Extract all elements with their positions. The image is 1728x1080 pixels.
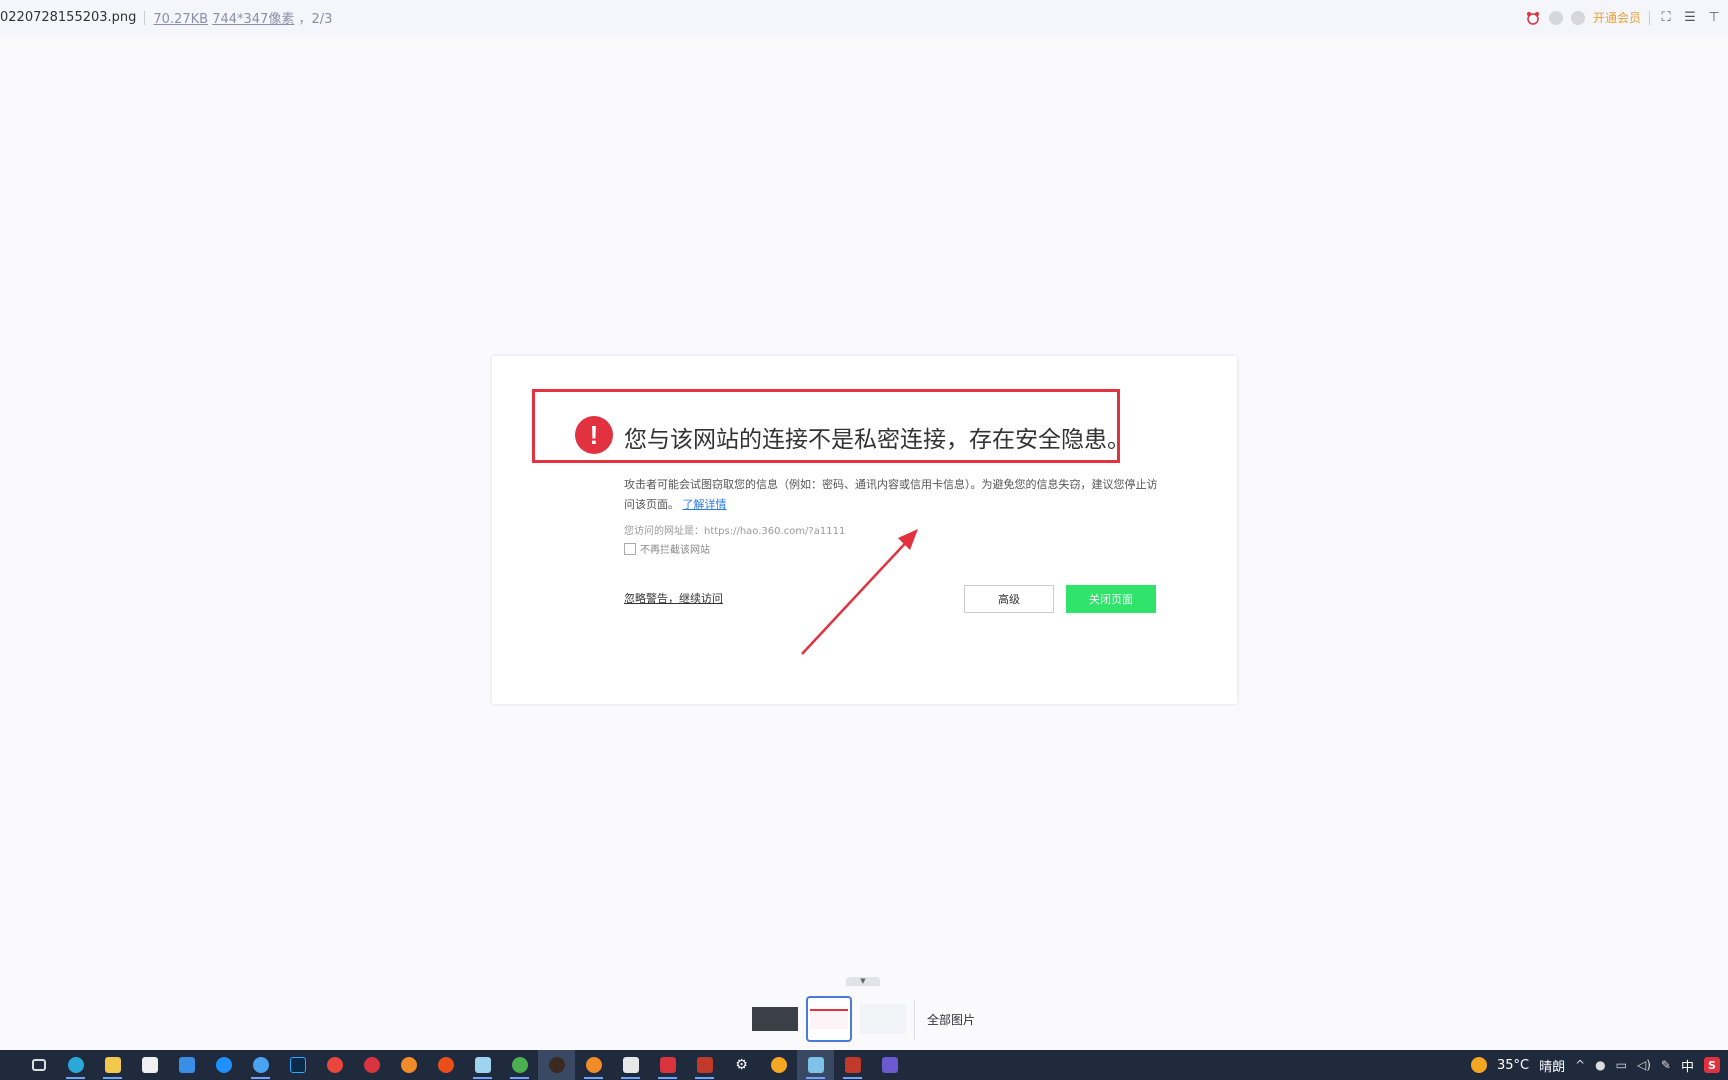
thumbnail-strip: 全部图片 — [752, 994, 975, 1044]
mail-icon[interactable] — [168, 1050, 205, 1080]
sogou-icon[interactable] — [242, 1050, 279, 1080]
store-icon[interactable] — [131, 1050, 168, 1080]
gear-icon[interactable] — [1548, 10, 1563, 25]
thumbnail[interactable] — [752, 996, 798, 1042]
task-view-icon[interactable] — [20, 1050, 57, 1080]
alarm-icon[interactable] — [1525, 10, 1541, 26]
viewer-topbar: 0220728155203.png 70.27KB 744*347像素 ，2/3… — [0, 0, 1728, 35]
app-icon[interactable] — [427, 1050, 464, 1080]
volume-icon[interactable]: ◁) — [1637, 1058, 1651, 1072]
ime-indicator[interactable]: 中 — [1681, 1056, 1694, 1075]
app-icon[interactable] — [612, 1050, 649, 1080]
divider — [144, 10, 146, 25]
image-viewer-icon[interactable] — [797, 1050, 834, 1080]
app-icon[interactable] — [686, 1050, 723, 1080]
edge-icon[interactable] — [57, 1050, 94, 1080]
image-dimensions[interactable]: 744*347像素 — [212, 12, 294, 27]
blender-icon[interactable] — [390, 1050, 427, 1080]
divider — [1649, 10, 1650, 25]
topbar-actions: 开通会员 ⛶ ☰ ⊤ — [1525, 0, 1728, 35]
shield-icon[interactable] — [1570, 10, 1585, 25]
chevron-up-icon[interactable]: ^ — [1575, 1058, 1585, 1072]
photos-icon[interactable] — [871, 1050, 908, 1080]
weather-temperature[interactable]: 35°C — [1497, 1058, 1529, 1073]
windows-taskbar: ⚙ 35°C 晴朗 ^ ● ▭ ◁) ✎ 中 S — [0, 1050, 1728, 1080]
file-meta: 70.27KB 744*347像素 ，2/3 — [153, 8, 332, 27]
app-icon[interactable] — [353, 1050, 390, 1080]
network-icon[interactable]: ▭ — [1616, 1058, 1627, 1072]
weather-sun-icon[interactable] — [1470, 1057, 1487, 1073]
weather-description[interactable]: 晴朗 — [1539, 1056, 1565, 1075]
notepad-icon[interactable] — [464, 1050, 501, 1080]
divider — [914, 999, 915, 1039]
collapse-thumbnails-button[interactable]: ▼ — [846, 977, 880, 986]
app-icon[interactable] — [760, 1050, 797, 1080]
all-images-button[interactable]: 全部图片 — [927, 1011, 975, 1028]
app-icon[interactable] — [834, 1050, 871, 1080]
wps-icon[interactable] — [649, 1050, 686, 1080]
chrome-icon[interactable] — [501, 1050, 538, 1080]
app-icon[interactable] — [538, 1050, 575, 1080]
displayed-image: ! 您与该网站的连接不是私密连接，存在安全隐患。 攻击者可能会试图窃取您的信息（… — [492, 356, 1237, 704]
blender-icon[interactable] — [575, 1050, 612, 1080]
file-size[interactable]: 70.27KB — [153, 12, 208, 27]
sogou-ime-icon[interactable]: S — [1704, 1057, 1720, 1073]
file-name: 0220728155203.png — [0, 10, 137, 25]
pen-icon[interactable]: ✎ — [1661, 1058, 1671, 1072]
annotation-arrow — [801, 529, 918, 655]
microphone-icon[interactable]: ● — [1595, 1058, 1605, 1072]
settings-icon[interactable]: ⚙ — [723, 1050, 760, 1080]
file-explorer-icon[interactable] — [94, 1050, 131, 1080]
pin-icon[interactable]: ⊤ — [1706, 10, 1722, 26]
system-tray: 35°C 晴朗 ^ ● ▭ ◁) ✎ 中 S — [1470, 1050, 1728, 1080]
app-icon[interactable] — [205, 1050, 242, 1080]
photoshop-icon[interactable] — [279, 1050, 316, 1080]
chrome-icon[interactable] — [316, 1050, 353, 1080]
thumbnail-selected[interactable] — [806, 996, 852, 1042]
fullscreen-icon[interactable]: ⛶ — [1658, 10, 1674, 26]
thumbnail[interactable] — [860, 996, 906, 1042]
image-position: ，2/3 — [298, 12, 333, 27]
menu-icon[interactable]: ☰ — [1682, 10, 1698, 26]
vip-button[interactable]: 开通会员 — [1593, 9, 1641, 26]
taskbar-apps: ⚙ — [0, 1050, 908, 1080]
